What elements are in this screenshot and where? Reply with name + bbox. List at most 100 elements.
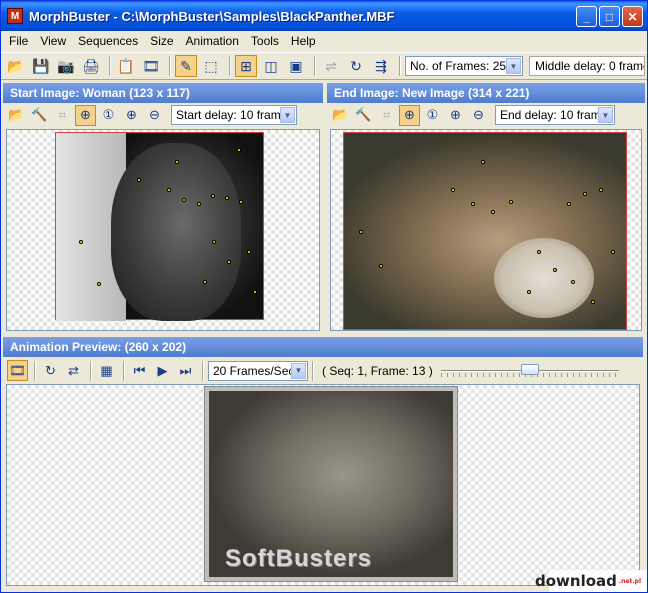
loop-icon[interactable]: ↻ [40, 360, 61, 381]
morph-point[interactable] [509, 200, 513, 204]
morph-point[interactable] [481, 160, 485, 164]
morph-point[interactable] [182, 198, 186, 202]
bridge-icon[interactable]: ⇌ [320, 55, 342, 77]
middle-delay-field[interactable]: Middle delay: 0 frames [529, 56, 645, 76]
zoom-fit-icon[interactable]: ⊕ [75, 104, 96, 126]
morph-point[interactable] [175, 160, 179, 164]
print-icon[interactable]: 🖨 [80, 55, 102, 77]
close-button[interactable]: ✕ [622, 6, 643, 27]
morph-point[interactable] [471, 202, 475, 206]
morph-point[interactable] [225, 196, 229, 200]
morph-point[interactable] [211, 194, 215, 198]
fit-icon[interactable]: ⊞ [235, 55, 257, 77]
morph-point[interactable] [527, 290, 531, 294]
morph-point[interactable] [212, 240, 216, 244]
zoom-in-icon[interactable]: ⊕ [121, 105, 142, 126]
film-icon[interactable]: 🎞 [140, 55, 162, 77]
morph-point[interactable] [197, 202, 201, 206]
download-logo-text: download [534, 572, 617, 590]
open-icon[interactable]: 📂 [330, 105, 351, 126]
fps-dropdown[interactable]: 20 Frames/Sec. ▼ [208, 360, 308, 381]
menu-bar: File View Sequences Size Animation Tools… [1, 31, 647, 50]
morph-point[interactable] [491, 210, 495, 214]
morph-point[interactable] [239, 200, 243, 204]
play-frame-icon[interactable]: ▣ [285, 55, 307, 77]
morph-point[interactable] [611, 250, 615, 254]
chevron-down-icon[interactable]: ▼ [506, 58, 521, 74]
sync-icon[interactable]: ↻ [345, 55, 367, 77]
menu-sequences[interactable]: Sequences [72, 34, 144, 48]
dual-view-icon[interactable]: ◫ [260, 55, 282, 77]
camera-icon[interactable]: 📷 [55, 55, 77, 77]
hammer-icon[interactable]: 🔨 [353, 105, 374, 126]
zoom-in-icon[interactable]: ⊕ [445, 105, 466, 126]
frames-dropdown[interactable]: No. of Frames: 25 ▼ [405, 56, 523, 76]
morph-point[interactable] [599, 188, 603, 192]
film-icon[interactable]: 🎞 [7, 360, 28, 381]
open-icon[interactable]: 📂 [5, 55, 27, 77]
morph-point[interactable] [553, 268, 557, 272]
open-icon[interactable]: 📂 [6, 105, 27, 126]
chevron-down-icon[interactable]: ▼ [280, 107, 295, 123]
morph-point[interactable] [227, 260, 231, 264]
zoom-actual-icon[interactable]: ① [98, 105, 119, 126]
minimize-button[interactable]: _ [576, 6, 597, 27]
zoom-actual-icon[interactable]: ① [422, 105, 443, 126]
menu-tools[interactable]: Tools [245, 34, 285, 48]
morph-point[interactable] [591, 300, 595, 304]
slider-thumb[interactable] [520, 363, 539, 375]
app-window: M MorphBuster - C:\MorphBuster\Samples\B… [0, 0, 648, 593]
zoom-out-icon[interactable]: ⊖ [468, 105, 489, 126]
morph-point[interactable] [97, 282, 101, 286]
play-icon[interactable]: ▶ [152, 360, 173, 381]
morph-point[interactable] [137, 178, 141, 182]
end-image-canvas[interactable] [330, 129, 642, 331]
pencil-icon[interactable]: ✎ [175, 55, 197, 77]
selection-rect-icon[interactable]: ⬚ [200, 55, 222, 77]
menu-size[interactable]: Size [144, 34, 179, 48]
menu-help[interactable]: Help [285, 34, 322, 48]
start-image-canvas[interactable] [6, 129, 320, 331]
start-delay-dropdown[interactable]: Start delay: 10 frames ▼ [171, 105, 297, 125]
maximize-button[interactable]: □ [599, 6, 620, 27]
crop-icon[interactable]: ⌗ [52, 105, 73, 126]
morph-point[interactable] [79, 240, 83, 244]
menu-animation[interactable]: Animation [180, 34, 245, 48]
frame-slider[interactable] [440, 361, 619, 381]
hammer-icon[interactable]: 🔨 [29, 105, 50, 126]
first-frame-icon[interactable]: ⏮ [129, 360, 150, 381]
morph-point[interactable] [583, 192, 587, 196]
properties-icon[interactable]: 📋 [115, 55, 137, 77]
save-icon[interactable]: 💾 [30, 55, 52, 77]
crop-icon[interactable]: ⌗ [376, 105, 397, 126]
chevron-down-icon[interactable]: ▼ [291, 362, 306, 379]
morph-point[interactable] [567, 202, 571, 206]
frames-strip-icon[interactable]: ▦ [96, 360, 117, 381]
morph-point[interactable] [203, 280, 207, 284]
animation-toolbar: 🎞 ↻ ⇄ ▦ ⏮ ▶ ⏭ 20 Frames/Sec. ▼ ( Seq: 1,… [3, 357, 643, 384]
morph-point[interactable] [451, 188, 455, 192]
title-bar[interactable]: M MorphBuster - C:\MorphBuster\Samples\B… [1, 1, 647, 31]
menu-file[interactable]: File [3, 34, 34, 48]
morph-point[interactable] [247, 250, 251, 254]
morph-point[interactable] [537, 250, 541, 254]
zoom-out-icon[interactable]: ⊖ [144, 105, 165, 126]
toolbar-separator [399, 56, 401, 76]
end-delay-dropdown[interactable]: End delay: 10 frames ▼ [495, 105, 615, 125]
menu-view[interactable]: View [34, 34, 72, 48]
morph-point[interactable] [237, 148, 241, 152]
morph-point[interactable] [167, 188, 171, 192]
chevron-down-icon[interactable]: ▼ [598, 107, 613, 123]
toolbar-separator [312, 360, 314, 381]
morph-point[interactable] [571, 280, 575, 284]
app-icon: M [7, 8, 23, 24]
morph-point[interactable] [359, 230, 363, 234]
grid-arrows-icon[interactable]: ⇶ [370, 55, 392, 77]
bounce-icon[interactable]: ⇄ [63, 360, 84, 381]
morph-point[interactable] [379, 264, 383, 268]
last-frame-icon[interactable]: ⏭ [175, 360, 196, 381]
zoom-fit-icon[interactable]: ⊕ [399, 104, 420, 126]
morph-point[interactable] [253, 290, 257, 294]
end-image [343, 132, 627, 330]
animation-preview-header: Animation Preview: (260 x 202) [3, 337, 643, 357]
